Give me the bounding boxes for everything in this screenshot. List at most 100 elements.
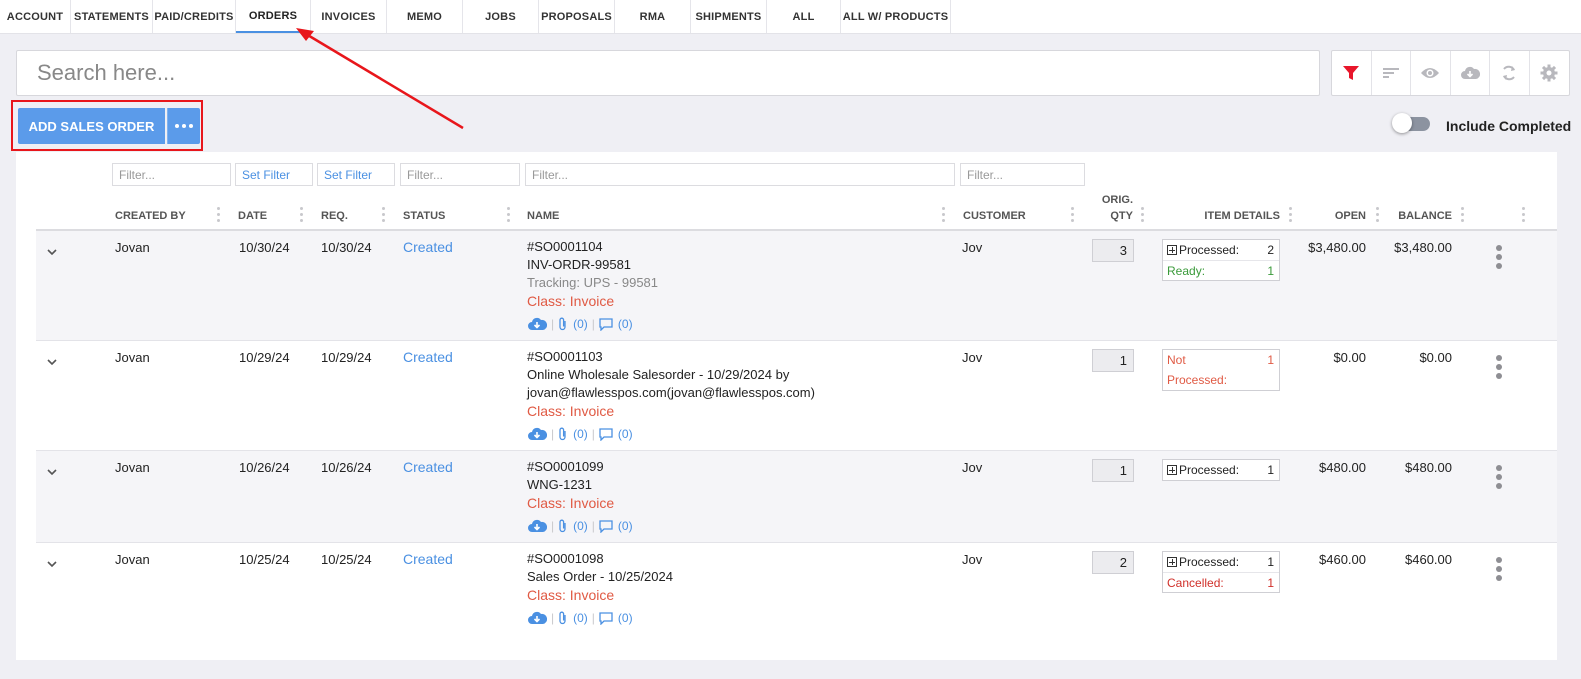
filter-status[interactable]: Filter... — [400, 163, 520, 186]
column-resize-handle[interactable] — [1071, 207, 1074, 225]
order-number[interactable]: #SO0001099 — [527, 458, 614, 476]
row-menu-icon[interactable] — [1496, 465, 1502, 492]
table-row[interactable]: Jovan 10/29/24 10/29/24 Created #SO00011… — [36, 341, 1557, 451]
cloud-download-icon[interactable] — [527, 519, 547, 533]
header-req[interactable]: REQ. — [321, 210, 348, 222]
column-resize-handle[interactable] — [1141, 207, 1144, 225]
eye-icon[interactable] — [1411, 51, 1451, 95]
expand-plus-icon[interactable] — [1167, 557, 1177, 567]
order-name: #SO0001098 Sales Order - 10/25/2024 Clas… — [527, 550, 673, 604]
tab-all[interactable]: ALL — [767, 0, 841, 33]
more-actions-button[interactable] — [167, 108, 200, 144]
chevron-down-icon[interactable] — [46, 356, 58, 368]
column-resize-handle[interactable] — [382, 207, 385, 225]
row-menu-icon[interactable] — [1496, 557, 1502, 584]
tracking-info: Tracking: UPS - 99581 — [527, 275, 659, 290]
cloud-download-icon[interactable] — [527, 317, 547, 331]
table-row[interactable]: Jovan 10/25/24 10/25/24 Created #SO00010… — [36, 543, 1557, 638]
paperclip-icon[interactable] — [558, 611, 568, 625]
header-created-by[interactable]: CREATED BY — [115, 210, 186, 222]
header-item-details[interactable]: ITEM DETAILS — [1186, 210, 1280, 222]
expand-plus-icon[interactable] — [1167, 245, 1177, 255]
header-date[interactable]: DATE — [238, 210, 267, 222]
tab-account[interactable]: ACCOUNT — [0, 0, 71, 33]
header-balance[interactable]: BALANCE — [1386, 210, 1452, 222]
attachment-count[interactable]: (0) — [573, 427, 588, 441]
paperclip-icon[interactable] — [558, 519, 568, 533]
open-amount: $460.00 — [1319, 552, 1366, 567]
row-menu-icon[interactable] — [1496, 245, 1502, 272]
column-resize-handle[interactable] — [217, 207, 220, 225]
column-resize-handle[interactable] — [1376, 207, 1379, 225]
tab-all-with-products[interactable]: ALL W/ PRODUCTS — [841, 0, 951, 33]
status-text: Created — [403, 349, 453, 365]
tab-proposals[interactable]: PROPOSALS — [539, 0, 615, 33]
status-text: Created — [403, 459, 453, 475]
gear-icon[interactable] — [1530, 51, 1570, 95]
include-completed-toggle[interactable] — [1392, 113, 1430, 133]
grid-toolbar — [1331, 50, 1570, 96]
order-number[interactable]: #SO0001104 — [527, 238, 658, 256]
order-number[interactable]: #SO0001103 — [527, 348, 815, 366]
item-details: Processed: 1 Cancelled: 1 — [1162, 551, 1280, 593]
column-resize-handle[interactable] — [1289, 207, 1292, 225]
comment-count[interactable]: (0) — [618, 611, 633, 625]
refresh-icon[interactable] — [1490, 51, 1530, 95]
paperclip-icon[interactable] — [558, 317, 568, 331]
filter-icon[interactable] — [1332, 51, 1372, 95]
comment-count[interactable]: (0) — [618, 519, 633, 533]
chevron-down-icon[interactable] — [46, 246, 58, 258]
tab-shipments[interactable]: SHIPMENTS — [691, 0, 767, 33]
order-date: 10/29/24 — [239, 350, 290, 365]
filter-created-by[interactable]: Filter... — [112, 163, 231, 186]
tab-orders[interactable]: ORDERS — [236, 0, 311, 33]
tab-statements[interactable]: STATEMENTS — [71, 0, 153, 33]
header-qty[interactable]: QTY — [1101, 210, 1133, 222]
column-resize-handle[interactable] — [1461, 207, 1464, 225]
cloud-download-icon[interactable] — [527, 427, 547, 441]
row-menu-icon[interactable] — [1496, 355, 1502, 382]
column-resize-handle[interactable] — [507, 207, 510, 225]
cloud-download-icon[interactable] — [1451, 51, 1490, 95]
header-orig[interactable]: ORIG. — [1101, 194, 1133, 206]
expand-plus-icon[interactable] — [1167, 465, 1177, 475]
header-name[interactable]: NAME — [527, 210, 559, 222]
chevron-down-icon[interactable] — [46, 466, 58, 478]
filter-req[interactable]: Set Filter — [317, 163, 395, 186]
attachment-count[interactable]: (0) — [573, 317, 588, 331]
search-input[interactable] — [37, 60, 1319, 86]
tab-memo[interactable]: MEMO — [387, 0, 463, 33]
tab-jobs[interactable]: JOBS — [463, 0, 539, 33]
add-sales-order-button[interactable]: ADD SALES ORDER — [18, 108, 165, 144]
table-row[interactable]: Jovan 10/30/24 10/30/24 Created #SO00011… — [36, 231, 1557, 341]
tab-rma[interactable]: RMA — [615, 0, 691, 33]
comment-icon[interactable] — [599, 611, 613, 625]
tab-paid-credits[interactable]: PAID/CREDITS — [153, 0, 236, 33]
filter-customer[interactable]: Filter... — [960, 163, 1085, 186]
comment-count[interactable]: (0) — [618, 427, 633, 441]
comment-icon[interactable] — [599, 317, 613, 331]
processed-expander[interactable]: Processed: — [1167, 243, 1239, 257]
filter-name[interactable]: Filter... — [525, 163, 955, 186]
column-resize-handle[interactable] — [1522, 207, 1525, 225]
cloud-download-icon[interactable] — [527, 611, 547, 625]
header-status[interactable]: STATUS — [403, 210, 445, 222]
attachment-count[interactable]: (0) — [573, 611, 588, 625]
comment-icon[interactable] — [599, 427, 613, 441]
paperclip-icon[interactable] — [558, 427, 568, 441]
comment-count[interactable]: (0) — [618, 317, 633, 331]
table-row[interactable]: Jovan 10/26/24 10/26/24 Created #SO00010… — [36, 451, 1557, 543]
column-resize-handle[interactable] — [300, 207, 303, 225]
column-resize-handle[interactable] — [942, 207, 945, 225]
processed-expander[interactable]: Processed: — [1167, 463, 1239, 477]
order-number[interactable]: #SO0001098 — [527, 550, 673, 568]
tab-invoices[interactable]: INVOICES — [311, 0, 387, 33]
header-open[interactable]: OPEN — [1316, 210, 1366, 222]
chevron-down-icon[interactable] — [46, 558, 58, 570]
header-customer[interactable]: CUSTOMER — [963, 210, 1026, 222]
attachment-count[interactable]: (0) — [573, 519, 588, 533]
sort-icon[interactable] — [1372, 51, 1411, 95]
comment-icon[interactable] — [599, 519, 613, 533]
processed-expander[interactable]: Processed: — [1167, 555, 1239, 569]
filter-date[interactable]: Set Filter — [235, 163, 313, 186]
